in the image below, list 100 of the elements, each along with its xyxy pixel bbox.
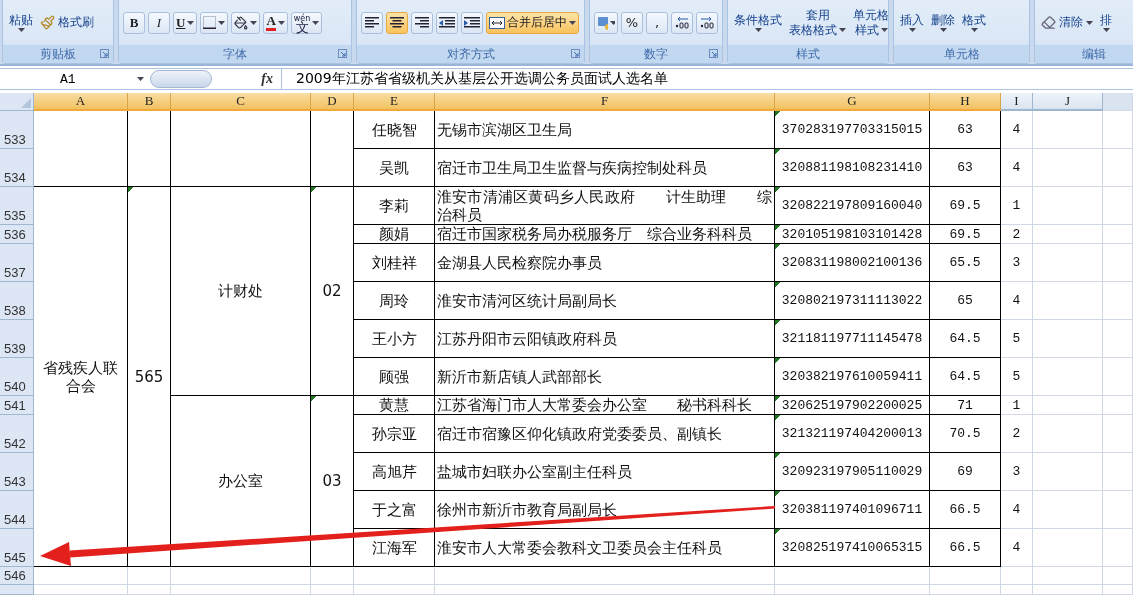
row-header[interactable]: 537	[0, 244, 34, 282]
indent-icon	[464, 16, 480, 29]
caret-icon	[277, 20, 285, 25]
group-label: 对齐方式	[446, 45, 495, 63]
column-header[interactable]: E	[354, 93, 435, 111]
dialog-launcher-icon[interactable]	[571, 49, 580, 58]
ribbon-button[interactable]: 插入	[898, 13, 926, 32]
clear-button[interactable]: 清除	[1039, 14, 1095, 31]
row-header[interactable]: 544	[0, 491, 34, 529]
table-cell: 64.5	[930, 358, 1001, 396]
fill-color-button[interactable]	[231, 11, 261, 34]
row-header[interactable]: 546	[0, 567, 34, 585]
eraser-icon	[1041, 15, 1056, 30]
table-cell: 吴凯	[354, 149, 435, 187]
paintbrush-icon	[40, 15, 55, 30]
table-cell: 320381197401096711	[775, 491, 930, 529]
column-header[interactable]: J	[1033, 93, 1103, 111]
text-align-icon	[365, 16, 379, 29]
row-header[interactable]: 543	[0, 453, 34, 491]
ribbon-button[interactable]: 排	[1098, 13, 1114, 32]
currency-button[interactable]	[594, 11, 618, 34]
group-label: 样式	[796, 45, 820, 63]
bold-button[interactable]: B	[123, 11, 145, 34]
table-cell: 4	[1001, 111, 1033, 149]
table-cell: 69.5	[930, 187, 1001, 225]
column-header[interactable]: C	[171, 93, 311, 111]
table-cell: 徐州市新沂市教育局副局长	[435, 491, 775, 529]
dialog-launcher-icon[interactable]	[709, 49, 718, 58]
table-cell: 565	[128, 187, 171, 567]
ribbon-button[interactable]: 删除	[929, 13, 957, 32]
caret-icon	[17, 28, 25, 32]
caret-icon	[880, 28, 888, 32]
table-cell: 321181197711145478	[775, 320, 930, 358]
row-header[interactable]: 539	[0, 320, 34, 358]
row-header[interactable]: 540	[0, 358, 34, 396]
borders-button[interactable]	[200, 11, 229, 34]
dialog-launcher-icon[interactable]	[100, 49, 109, 58]
column-header[interactable]: H	[930, 93, 1001, 111]
font-color-button[interactable]: A	[263, 11, 288, 34]
align-button[interactable]	[386, 11, 408, 34]
row-header[interactable]: 542	[0, 415, 34, 453]
table-cell: 65	[930, 282, 1001, 320]
formula-field[interactable]: 2009年江苏省省级机关从基层公开选调公务员面试人选名单	[282, 69, 668, 89]
decimal-button[interactable]	[696, 11, 718, 34]
indent-button[interactable]	[461, 11, 483, 34]
table-cell: 320825197410065315	[775, 529, 930, 567]
column-header[interactable]: F	[435, 93, 775, 111]
ribbon-button[interactable]: 粘贴	[7, 13, 35, 32]
align-button[interactable]	[361, 11, 383, 34]
column-header[interactable]: B	[128, 93, 171, 111]
caret-icon	[218, 20, 226, 25]
paint-bucket-icon	[234, 15, 249, 30]
column-header[interactable]: A	[34, 93, 128, 111]
text-align-icon	[415, 16, 429, 29]
number-format-button[interactable]: %	[621, 11, 643, 34]
ribbon-button[interactable]: 套用 表格格式	[787, 8, 848, 37]
table-cell: 淮安市清浦区黄码乡人民政府 计生助理 综治科员	[435, 187, 775, 225]
underline-button[interactable]: U	[173, 11, 198, 34]
table-cell: 2	[1001, 415, 1033, 453]
dialog-launcher-icon[interactable]	[338, 49, 347, 58]
merge-center-button[interactable]: 合并后居中	[486, 11, 579, 34]
number-format-button[interactable]: ,	[646, 11, 668, 34]
align-button[interactable]	[411, 11, 433, 34]
italic-button[interactable]: I	[148, 11, 170, 34]
ribbon-button[interactable]: 格式	[960, 13, 988, 32]
row-header[interactable]: 534	[0, 149, 34, 187]
table-cell: 盐城市妇联办公室副主任科员	[435, 453, 775, 491]
ribbon-button[interactable]: 单元格 样式	[851, 8, 888, 37]
table-cell: 320802197311113022	[775, 282, 930, 320]
column-header[interactable]: I	[1001, 93, 1033, 111]
table-cell: 66.5	[930, 529, 1001, 567]
table-cell: 5	[1001, 358, 1033, 396]
row-header[interactable]: 545	[0, 529, 34, 567]
row-header[interactable]: 538	[0, 282, 34, 320]
name-box[interactable]: A1	[0, 69, 150, 89]
table-cell: 320923197905110029	[775, 453, 930, 491]
table-cell: 64.5	[930, 320, 1001, 358]
column-header[interactable]: D	[311, 93, 354, 111]
caret-icon	[754, 28, 762, 32]
row-header[interactable]: 533	[0, 111, 34, 149]
column-header[interactable]: G	[775, 93, 930, 111]
table-cell: 320822197809160040	[775, 187, 930, 225]
decimal-button[interactable]	[671, 11, 693, 34]
table-cell: 黄慧	[354, 396, 435, 415]
format-painter-button[interactable]: 格式刷	[38, 14, 96, 31]
caret-icon	[187, 20, 195, 25]
row-header[interactable]: 536	[0, 225, 34, 244]
table-cell: 省残疾人联合会	[34, 187, 128, 567]
phonetic-button[interactable]: wén 文	[290, 11, 323, 34]
insert-function-button[interactable]: fx	[212, 69, 282, 89]
row-header[interactable]: 535	[0, 187, 34, 225]
ribbon-button[interactable]: 条件格式	[732, 13, 784, 32]
group-label: 单元格	[943, 45, 980, 63]
table-cell: 70.5	[930, 415, 1001, 453]
table-cell: 71	[930, 396, 1001, 415]
table-cell: 于之富	[354, 491, 435, 529]
indent-button[interactable]	[436, 11, 458, 34]
table-cell: 3	[1001, 244, 1033, 282]
row-header[interactable]: 541	[0, 396, 34, 415]
table-cell: 4	[1001, 491, 1033, 529]
